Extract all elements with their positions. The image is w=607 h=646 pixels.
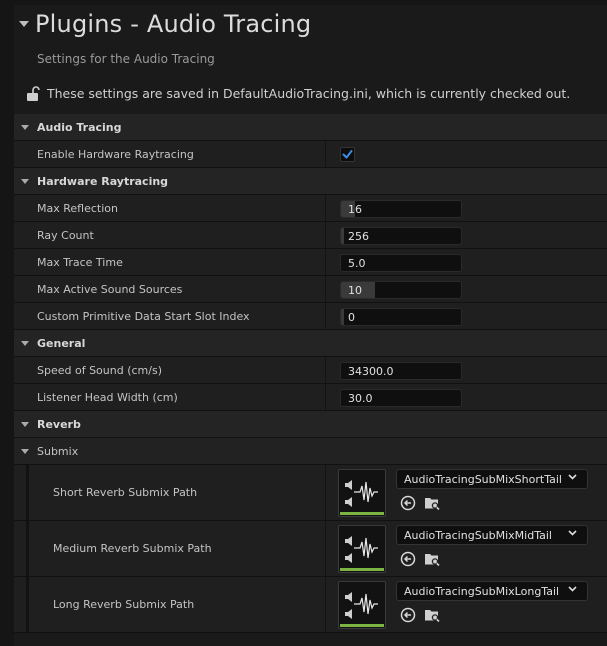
- ray-count-input[interactable]: 256: [340, 227, 462, 245]
- chevron-down-icon: [21, 125, 29, 130]
- asset-type-bar: [340, 512, 384, 515]
- property-label: Listener Head Width (cm): [37, 391, 178, 404]
- long-reverb-submix-dropdown[interactable]: AudioTracingSubMixLongTail: [396, 581, 588, 601]
- browse-icon[interactable]: [424, 551, 440, 567]
- input-value: 10: [348, 284, 362, 297]
- category-general[interactable]: General: [14, 330, 607, 357]
- max-active-sound-sources-input[interactable]: 10: [340, 281, 462, 299]
- slider-fill: [341, 309, 344, 325]
- use-selected-icon[interactable]: [400, 495, 416, 511]
- config-notice: These settings are saved in DefaultAudio…: [47, 86, 571, 101]
- category-label: Reverb: [37, 418, 81, 431]
- indent-guide: [26, 521, 29, 576]
- chevron-down-icon: [21, 449, 29, 454]
- property-label: Max Active Sound Sources: [37, 283, 183, 296]
- property-row: Listener Head Width (cm) 30.0: [14, 384, 607, 411]
- property-row: Max Active Sound Sources 10: [14, 276, 607, 303]
- column-divider: [325, 222, 326, 248]
- chevron-down-icon: [21, 341, 29, 346]
- property-row: Max Reflection 16: [14, 195, 607, 222]
- page-subtitle: Settings for the Audio Tracing: [37, 52, 215, 66]
- chevron-down-icon: [21, 179, 29, 184]
- input-value: 0: [348, 311, 355, 324]
- property-row: Max Trace Time 5.0: [14, 249, 607, 276]
- dropdown-value: AudioTracingSubMixMidTail: [404, 529, 552, 542]
- unlock-icon: [27, 86, 40, 101]
- use-selected-icon[interactable]: [400, 551, 416, 567]
- chevron-down-icon: [21, 422, 29, 427]
- input-value: 256: [348, 230, 369, 243]
- column-divider: [325, 249, 326, 275]
- subcategory-label: Submix: [37, 445, 79, 458]
- property-row: Enable Hardware Raytracing: [14, 141, 607, 168]
- property-row: Custom Primitive Data Start Slot Index 0: [14, 303, 607, 330]
- chevron-down-icon: [568, 586, 577, 592]
- asset-thumbnail[interactable]: [338, 525, 386, 573]
- property-label: Ray Count: [37, 229, 94, 242]
- category-label: General: [37, 337, 86, 350]
- indent-guide: [26, 465, 29, 520]
- column-divider: [325, 276, 326, 302]
- column-divider: [325, 357, 326, 383]
- property-label: Short Reverb Submix Path: [53, 486, 198, 499]
- max-trace-time-input[interactable]: 5.0: [340, 254, 462, 272]
- property-label: Custom Primitive Data Start Slot Index: [37, 310, 250, 323]
- category-hardware-raytracing[interactable]: Hardware Raytracing: [14, 168, 607, 195]
- asset-thumbnail[interactable]: [338, 469, 386, 517]
- property-label: Max Reflection: [37, 202, 118, 215]
- collapse-header-icon[interactable]: [19, 21, 29, 27]
- browse-icon[interactable]: [424, 495, 440, 511]
- chevron-down-icon: [568, 474, 577, 480]
- asset-type-bar: [340, 568, 384, 571]
- checkmark-icon: [342, 150, 353, 159]
- medium-reverb-submix-dropdown[interactable]: AudioTracingSubMixMidTail: [396, 525, 588, 545]
- category-audio-tracing[interactable]: Audio Tracing: [14, 114, 607, 141]
- input-value: 34300.0: [348, 365, 394, 378]
- sound-submix-icon: [345, 480, 378, 507]
- input-value: 5.0: [348, 257, 366, 270]
- input-value: 16: [348, 203, 362, 216]
- column-divider: [325, 195, 326, 221]
- subcategory-submix[interactable]: Submix: [14, 438, 607, 465]
- property-label: Max Trace Time: [37, 256, 123, 269]
- column-divider: [325, 303, 326, 329]
- property-label: Enable Hardware Raytracing: [37, 148, 194, 161]
- custom-primitive-slot-input[interactable]: 0: [340, 308, 462, 326]
- column-divider: [325, 577, 326, 632]
- asset-thumbnail[interactable]: [338, 581, 386, 629]
- property-row: Speed of Sound (cm/s) 34300.0: [14, 357, 607, 384]
- property-label: Speed of Sound (cm/s): [37, 364, 162, 377]
- column-divider: [325, 384, 326, 410]
- max-reflection-input[interactable]: 16: [340, 200, 462, 218]
- property-label: Long Reverb Submix Path: [53, 598, 195, 611]
- category-label: Audio Tracing: [37, 121, 122, 134]
- browse-icon[interactable]: [424, 607, 440, 623]
- page-title: Plugins - Audio Tracing: [35, 10, 312, 38]
- category-label: Hardware Raytracing: [37, 175, 169, 188]
- column-divider: [325, 521, 326, 576]
- category-reverb[interactable]: Reverb: [14, 411, 607, 438]
- indent-guide: [26, 577, 29, 632]
- column-divider: [325, 465, 326, 520]
- property-row: Short Reverb Submix Path AudioTracingSub…: [14, 465, 607, 521]
- dropdown-value: AudioTracingSubMixShortTail: [404, 473, 562, 486]
- short-reverb-submix-dropdown[interactable]: AudioTracingSubMixShortTail: [396, 469, 588, 489]
- property-row: Ray Count 256: [14, 222, 607, 249]
- use-selected-icon[interactable]: [400, 607, 416, 623]
- sound-submix-icon: [345, 536, 378, 563]
- speed-of-sound-input[interactable]: 34300.0: [340, 362, 462, 380]
- dropdown-value: AudioTracingSubMixLongTail: [404, 585, 560, 598]
- slider-fill: [341, 228, 344, 244]
- property-label: Medium Reverb Submix Path: [53, 542, 212, 555]
- column-divider: [325, 141, 326, 167]
- property-row: Long Reverb Submix Path AudioTracingSubM…: [14, 577, 607, 633]
- sound-submix-icon: [345, 592, 378, 619]
- chevron-down-icon: [568, 530, 577, 536]
- listener-head-width-input[interactable]: 30.0: [340, 389, 462, 407]
- enable-hardware-raytracing-checkbox[interactable]: [340, 147, 355, 162]
- asset-type-bar: [340, 624, 384, 627]
- property-row: Medium Reverb Submix Path AudioTracingSu…: [14, 521, 607, 577]
- input-value: 30.0: [348, 392, 373, 405]
